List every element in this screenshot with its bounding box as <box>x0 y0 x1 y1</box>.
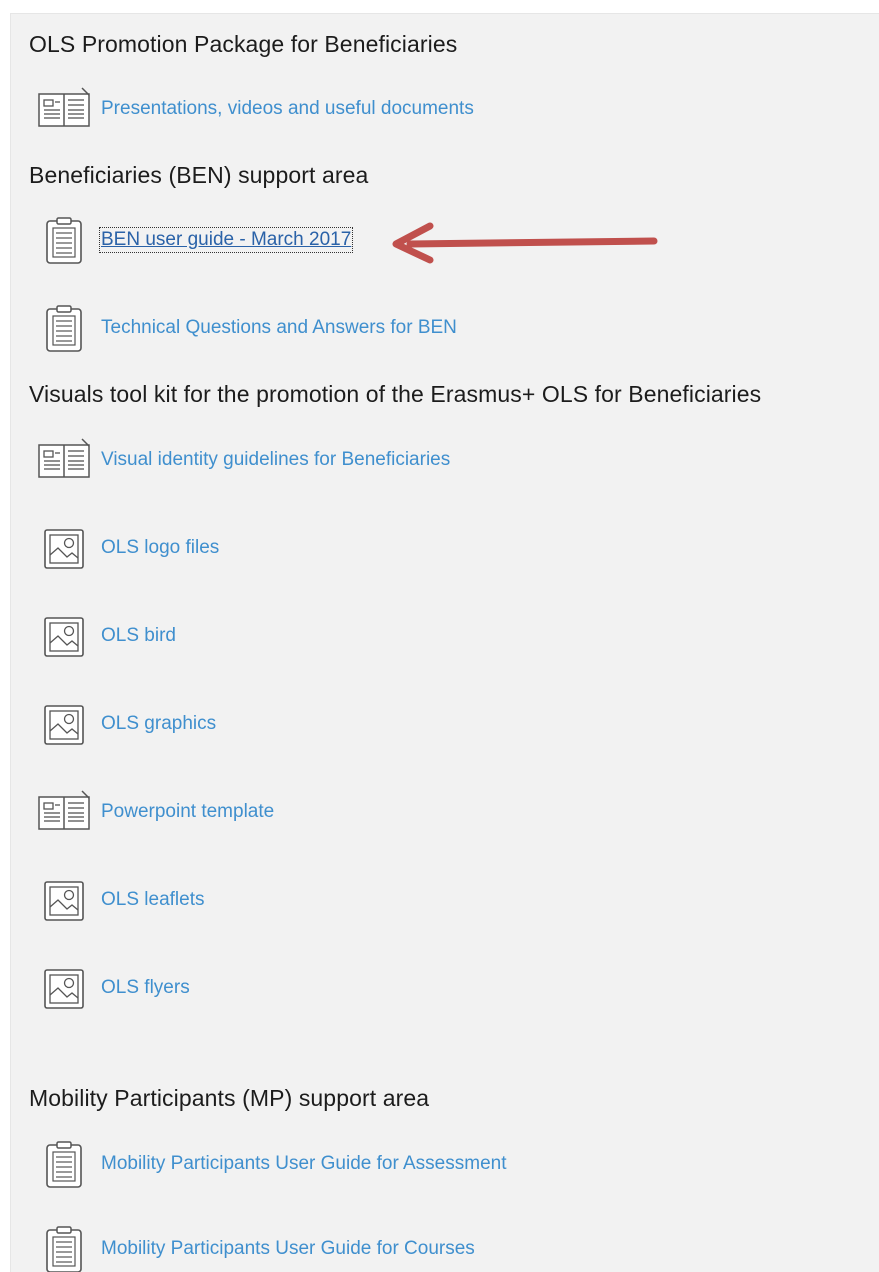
resource-link-label[interactable]: Powerpoint template <box>101 801 274 823</box>
image-icon <box>38 701 90 747</box>
book-icon <box>38 789 90 835</box>
image-icon <box>38 613 90 659</box>
section-heading-ols-promotion-package: OLS Promotion Package for Beneficiaries <box>29 31 458 57</box>
resource-link-label[interactable]: Presentations, videos and useful documen… <box>101 98 474 120</box>
resource-mp-guide-courses[interactable]: Mobility Participants User Guide for Cou… <box>38 1226 475 1272</box>
section-heading-mp-support-area: Mobility Participants (MP) support area <box>29 1085 430 1111</box>
resource-link-label[interactable]: OLS graphics <box>101 713 216 735</box>
image-icon <box>38 877 90 923</box>
resource-link-label[interactable]: Visual identity guidelines for Beneficia… <box>101 449 450 471</box>
resource-ols-flyers[interactable]: OLS flyers <box>38 965 190 1011</box>
resource-link-label[interactable]: Mobility Participants User Guide for Ass… <box>101 1153 507 1175</box>
book-icon <box>38 86 90 132</box>
image-icon <box>38 965 90 1011</box>
image-icon <box>38 525 90 571</box>
resource-ben-user-guide[interactable]: BEN user guide - March 2017 <box>38 217 354 264</box>
resource-link-label[interactable]: OLS leaflets <box>101 889 205 911</box>
section-heading-visuals-tool-kit: Visuals tool kit for the promotion of th… <box>29 381 762 407</box>
resource-link-label[interactable]: Mobility Participants User Guide for Cou… <box>101 1238 475 1260</box>
resource-link-label[interactable]: OLS flyers <box>101 977 190 999</box>
clipboard-icon <box>38 217 90 264</box>
resource-link-label[interactable]: OLS logo files <box>101 537 219 559</box>
resource-link-label[interactable]: Technical Questions and Answers for BEN <box>101 317 457 339</box>
resource-mp-guide-assessment[interactable]: Mobility Participants User Guide for Ass… <box>38 1141 507 1188</box>
clipboard-icon <box>38 1141 90 1188</box>
section-heading-ben-support-area: Beneficiaries (BEN) support area <box>29 162 369 188</box>
resource-link-label[interactable]: BEN user guide - March 2017 <box>98 227 354 253</box>
resource-ols-bird[interactable]: OLS bird <box>38 613 176 659</box>
resource-presentations-videos-documents[interactable]: Presentations, videos and useful documen… <box>38 86 474 132</box>
resource-technical-qa-ben[interactable]: Technical Questions and Answers for BEN <box>38 305 457 352</box>
clipboard-icon <box>38 305 90 352</box>
resource-ols-logo-files[interactable]: OLS logo files <box>38 525 219 571</box>
resource-powerpoint-template[interactable]: Powerpoint template <box>38 789 274 835</box>
book-icon <box>38 437 90 483</box>
clipboard-icon <box>38 1226 90 1272</box>
resource-visual-identity-guidelines[interactable]: Visual identity guidelines for Beneficia… <box>38 437 450 483</box>
red-arrow-annotation <box>392 222 658 264</box>
resource-link-label[interactable]: OLS bird <box>101 625 176 647</box>
resource-ols-graphics[interactable]: OLS graphics <box>38 701 216 747</box>
resource-ols-leaflets[interactable]: OLS leaflets <box>38 877 205 923</box>
